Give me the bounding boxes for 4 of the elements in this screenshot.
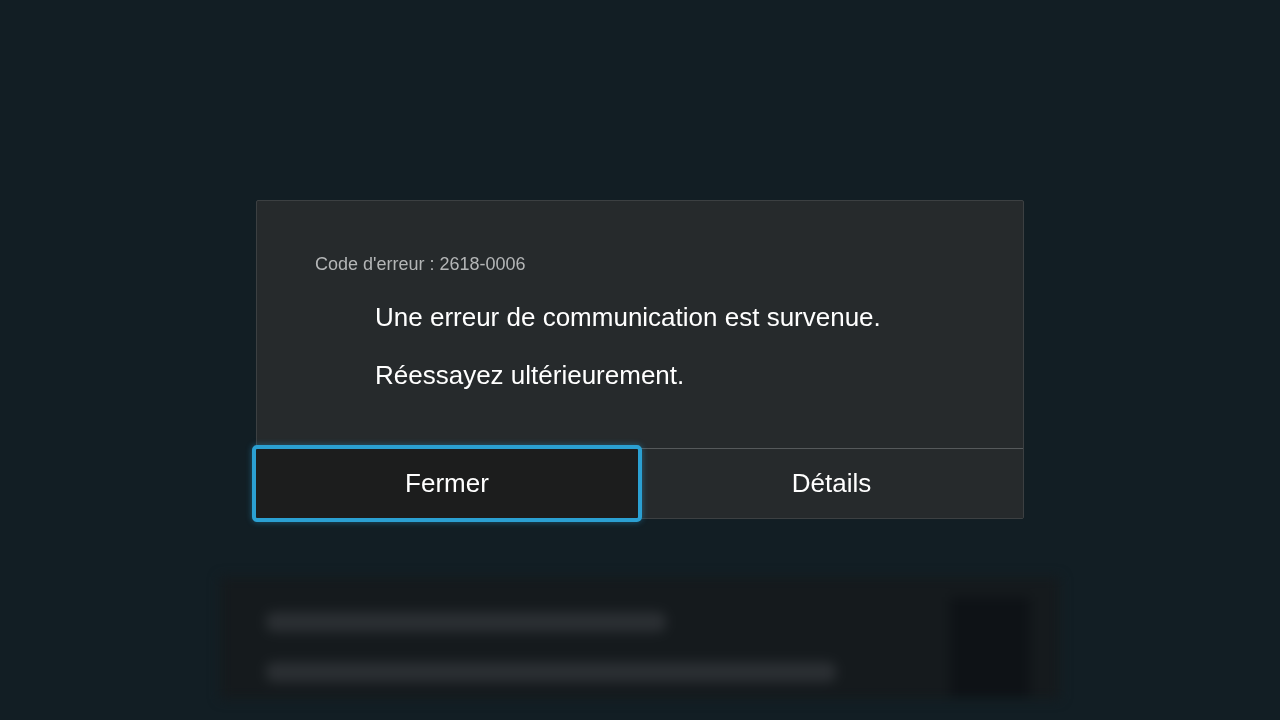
error-message: Une erreur de communication est survenue. [375,301,881,333]
error-message: Réessayez ultérieurement. [375,359,685,391]
dialog-button[interactable]: Fermer [252,445,642,522]
error-code: Code d'erreur : 2618-0006 [315,253,526,275]
